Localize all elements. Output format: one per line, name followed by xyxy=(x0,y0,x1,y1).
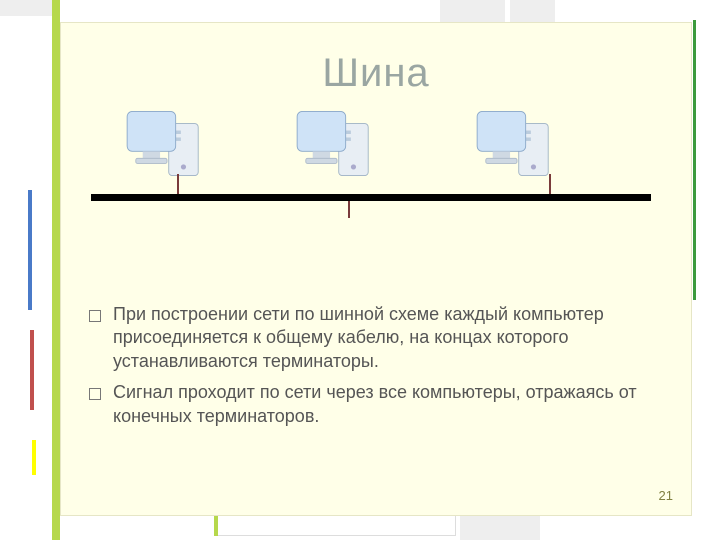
deco-bar xyxy=(0,0,52,16)
bus-backbone xyxy=(91,194,651,201)
deco-stripe-blue xyxy=(28,190,32,310)
computer-icon xyxy=(291,108,383,186)
page-number: 21 xyxy=(659,488,673,503)
bullet-text: Сигнал проходит по сети через все компью… xyxy=(113,381,651,428)
bullet-icon xyxy=(89,388,101,400)
bullet-list: При построении сети по шинной схеме кажд… xyxy=(89,295,651,436)
deco-bar xyxy=(510,0,555,24)
deco-stripe-yellow xyxy=(32,440,36,475)
bus-drop-cable xyxy=(177,174,179,196)
bullet-icon xyxy=(89,310,101,322)
bus-drop-cable xyxy=(549,174,551,196)
deco-bar xyxy=(440,0,505,24)
slide-body: Шина При построении сети по шинной схеме… xyxy=(60,22,692,516)
list-item: Сигнал проходит по сети через все компью… xyxy=(89,381,651,428)
slide-stage: Шина При построении сети по шинной схеме… xyxy=(0,0,720,540)
bullet-text: При построении сети по шинной схеме кажд… xyxy=(113,303,651,373)
bus-topology-diagram xyxy=(61,108,691,288)
deco-stripe-green xyxy=(693,20,696,300)
list-item: При построении сети по шинной схеме кажд… xyxy=(89,303,651,373)
bus-drop-cable xyxy=(348,198,350,218)
computer-icon xyxy=(121,108,213,186)
deco-stripe-red xyxy=(30,330,34,410)
deco-stripe-lime xyxy=(52,0,60,540)
page-title: Шина xyxy=(61,51,691,96)
